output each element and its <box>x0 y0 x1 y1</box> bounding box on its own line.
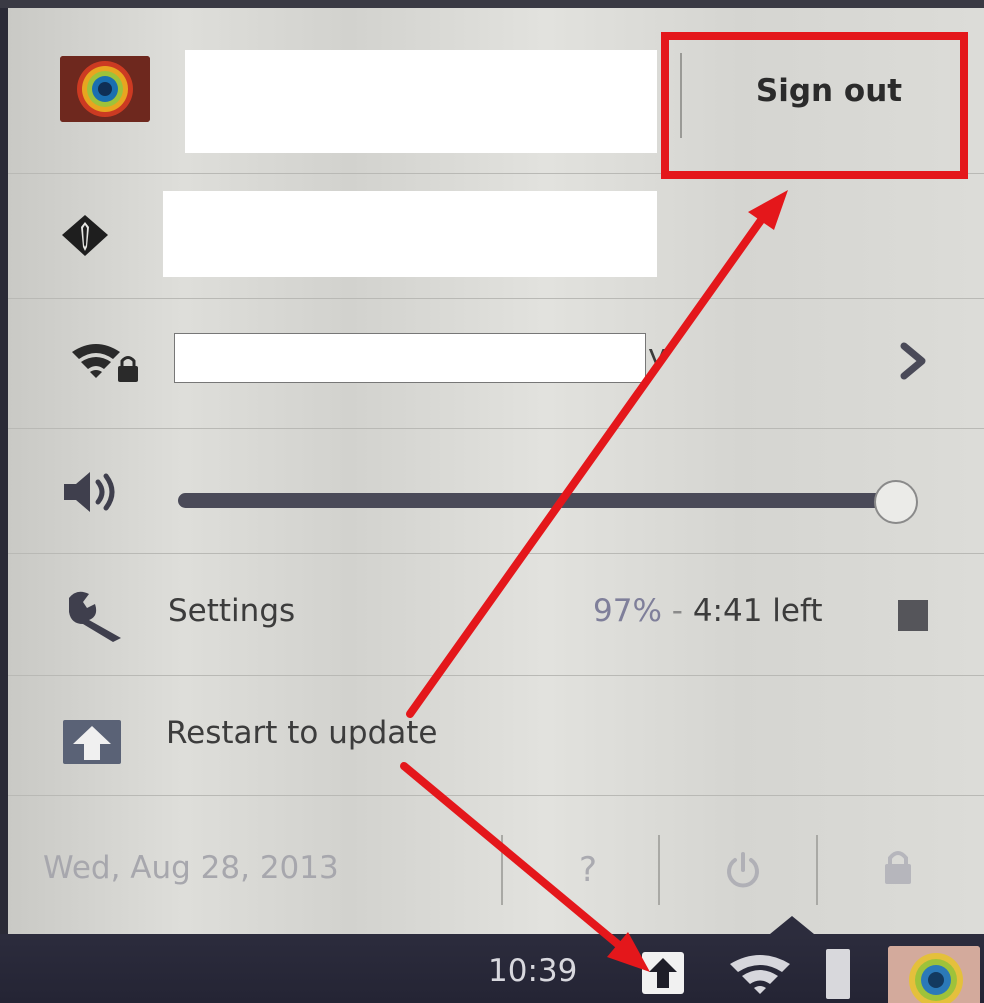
tray-pointer-notch <box>770 916 814 934</box>
update-arrow-icon[interactable] <box>640 950 686 996</box>
battery-status: 97% - 4:41 left <box>593 593 823 629</box>
signout-divider <box>680 53 682 138</box>
help-button[interactable]: ? <box>543 830 633 910</box>
volume-track <box>178 493 898 508</box>
wifi-lock-icon <box>72 344 138 382</box>
restart-to-update-label: Restart to update <box>166 715 438 751</box>
user-row: Sign out <box>8 8 984 179</box>
restart-to-update-row[interactable]: Restart to update <box>8 675 984 796</box>
redacted-user-info <box>185 50 657 153</box>
enterprise-row[interactable] <box>8 173 984 299</box>
footer-divider <box>816 835 818 905</box>
settings-label: Settings <box>168 593 296 629</box>
footer-divider <box>658 835 660 905</box>
lock-screen-button[interactable] <box>853 830 943 910</box>
chevron-right-icon[interactable] <box>896 338 930 384</box>
tray-footer: Wed, Aug 28, 2013 ? <box>8 795 984 934</box>
battery-icon[interactable] <box>826 949 850 999</box>
redacted-enterprise-info <box>163 191 657 277</box>
wifi-icon[interactable] <box>728 952 792 998</box>
network-name-fragment: y <box>648 338 667 374</box>
volume-thumb[interactable] <box>874 480 918 524</box>
update-arrow-icon <box>63 720 121 764</box>
shelf-clock[interactable]: 10:39 <box>488 953 577 989</box>
lock-icon <box>885 851 911 884</box>
volume-row <box>8 428 984 554</box>
battery-icon <box>898 600 928 631</box>
battery-time-left: 4:41 left <box>692 593 823 629</box>
system-tray-menu: Sign out y Settings 97% - 4:41 left Rest… <box>8 8 984 934</box>
footer-divider <box>501 835 503 905</box>
wrench-icon <box>69 591 121 642</box>
screenshot-frame: Sign out y Settings 97% - 4:41 left Rest… <box>0 0 984 1003</box>
user-avatar[interactable] <box>888 946 980 1003</box>
shelf: 10:39 <box>0 916 984 1003</box>
network-row[interactable]: y <box>8 298 984 429</box>
shutdown-button[interactable] <box>698 830 788 910</box>
sign-out-button[interactable]: Sign out <box>684 8 974 173</box>
battery-separator: - <box>671 593 683 629</box>
top-edge <box>0 0 984 8</box>
enterprise-tie-icon <box>62 215 108 256</box>
power-icon <box>727 852 759 888</box>
volume-slider[interactable] <box>178 480 928 524</box>
settings-row[interactable]: Settings 97% - 4:41 left <box>8 553 984 676</box>
date-label: Wed, Aug 28, 2013 <box>43 850 339 886</box>
speaker-icon[interactable] <box>60 468 126 516</box>
user-avatar <box>60 56 150 122</box>
battery-percent: 97% <box>593 593 662 629</box>
redacted-network-name <box>174 333 646 383</box>
